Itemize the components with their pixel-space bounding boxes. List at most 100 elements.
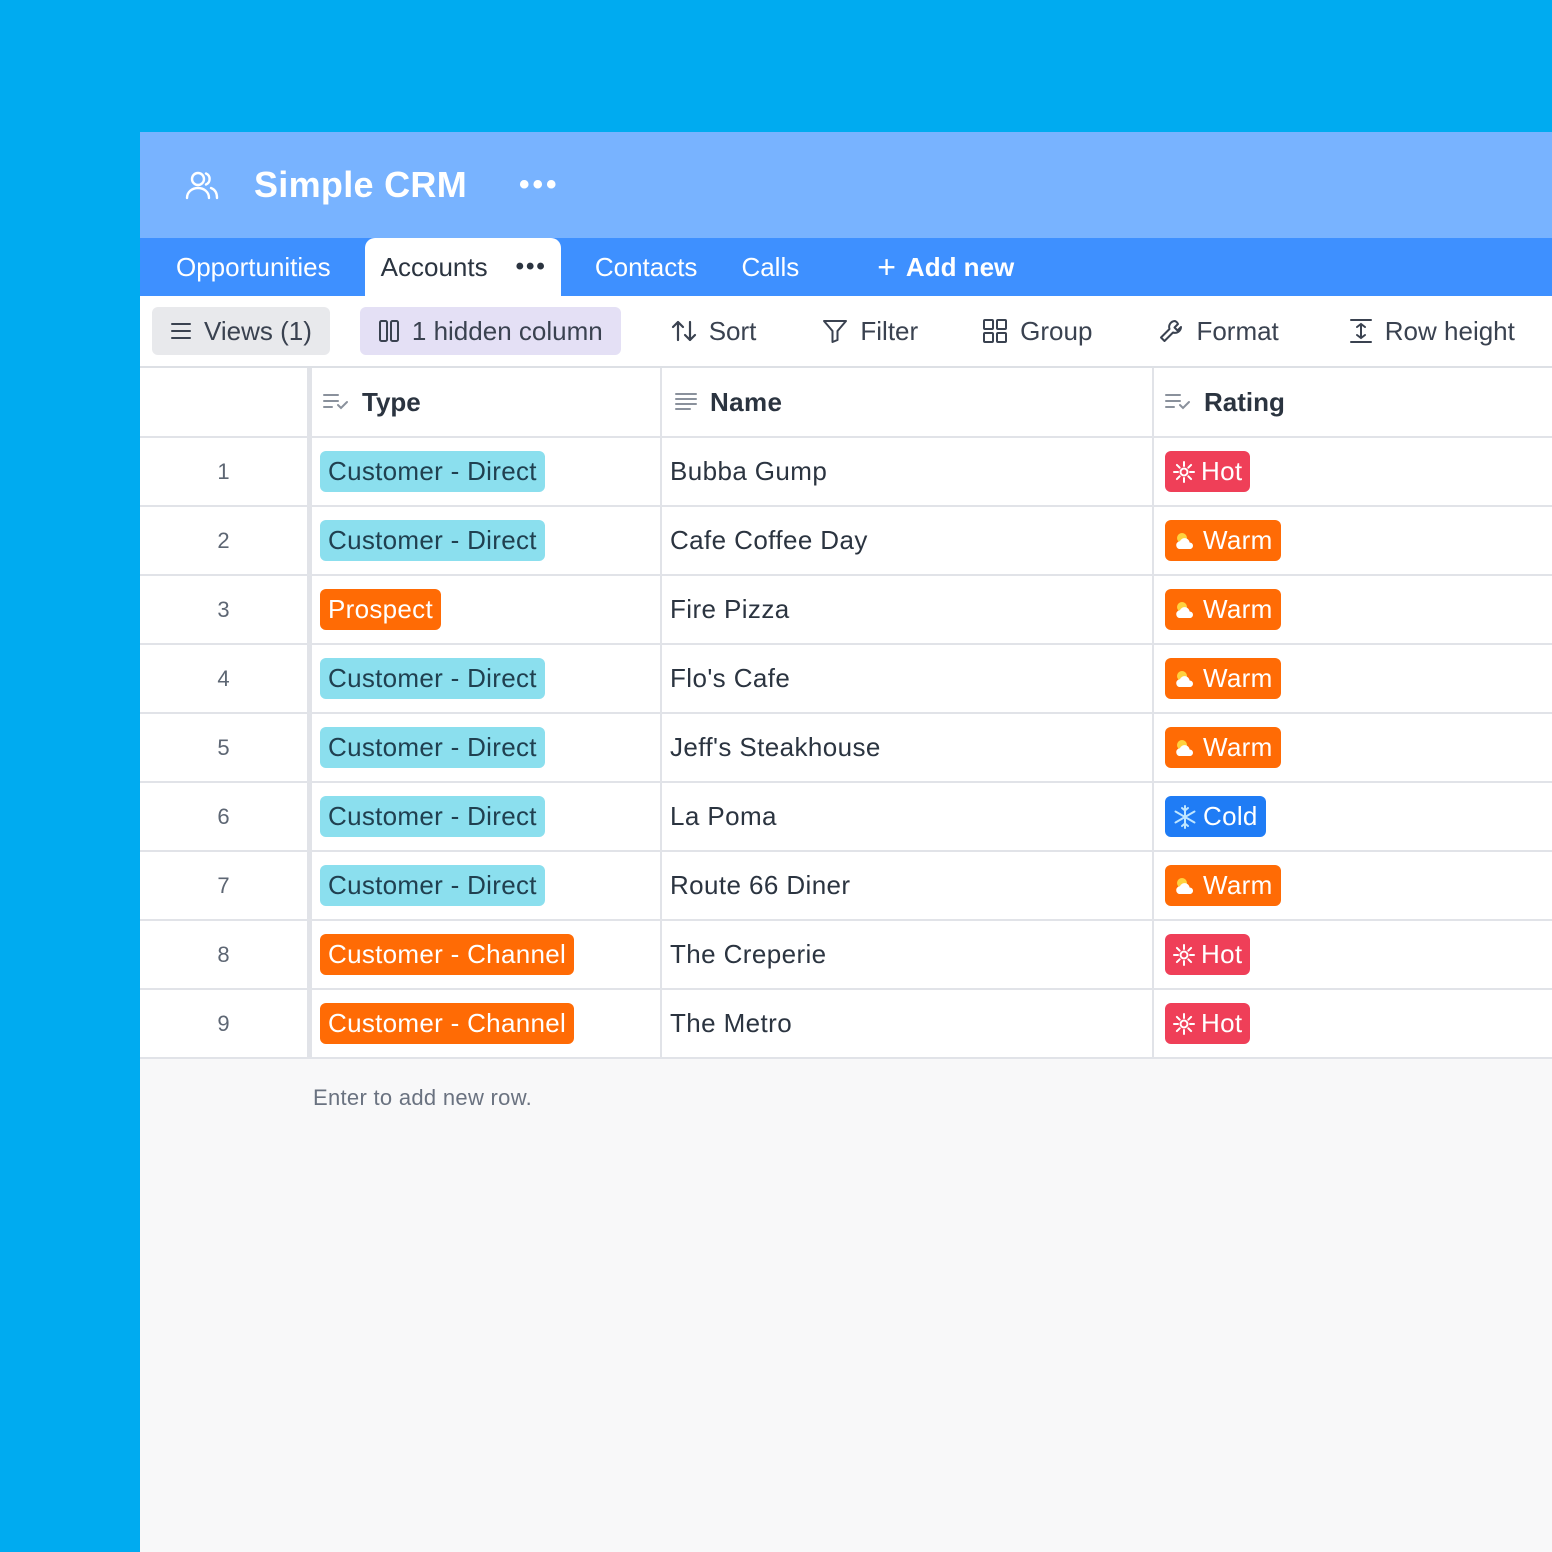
column-header-rating[interactable]: Rating [1154, 368, 1552, 436]
type-tag: Customer - Direct [320, 658, 545, 699]
account-name: Bubba Gump [670, 456, 828, 486]
row-number: 1 [140, 438, 312, 505]
type-cell[interactable]: Customer - Direct [312, 852, 662, 919]
table-row[interactable]: 1 Customer - Direct Bubba Gump Hot [140, 438, 1552, 507]
name-cell[interactable]: Cafe Coffee Day [662, 507, 1154, 574]
select-field-icon [323, 394, 348, 410]
rating-cell[interactable]: Cold [1154, 783, 1552, 850]
sort-button[interactable]: Sort [671, 307, 757, 355]
rating-tag: Warm [1165, 589, 1281, 630]
name-cell[interactable]: Jeff's Steakhouse [662, 714, 1154, 781]
rating-label: Warm [1203, 594, 1273, 624]
rating-cell[interactable]: Warm [1154, 714, 1552, 781]
type-tag: Customer - Direct [320, 727, 545, 768]
row-height-button[interactable]: Row height [1349, 307, 1515, 355]
account-name: Flo's Cafe [670, 663, 791, 693]
format-button[interactable]: Format [1158, 307, 1279, 355]
add-new-label: Add new [905, 251, 1015, 282]
add-row-hint[interactable]: Enter to add new row. [140, 1059, 1552, 1111]
rating-cell[interactable]: Hot [1154, 921, 1552, 988]
table-row[interactable]: 9 Customer - Channel The Metro Hot [140, 990, 1552, 1059]
tab-opportunities[interactable]: Opportunities [154, 238, 353, 296]
rating-label: Warm [1203, 870, 1273, 900]
type-cell[interactable]: Customer - Direct [312, 645, 662, 712]
rating-label: Warm [1203, 663, 1273, 693]
wrench-icon [1160, 320, 1183, 342]
hidden-columns-button[interactable]: 1 hidden column [359, 307, 621, 355]
tab-calls[interactable]: Calls [719, 238, 821, 296]
table-row[interactable]: 2 Customer - Direct Cafe Coffee Day Warm [140, 507, 1552, 576]
table-row[interactable]: 8 Customer - Channel The Creperie Hot [140, 921, 1552, 990]
rating-cell[interactable]: Hot [1154, 438, 1552, 505]
tab-label: Opportunities [176, 251, 331, 282]
rating-label: Cold [1203, 801, 1258, 831]
app-window: Simple CRM ••• Opportunities Accounts ••… [140, 132, 1552, 1552]
filter-icon [823, 320, 848, 343]
type-cell[interactable]: Customer - Direct [312, 438, 662, 505]
type-cell[interactable]: Prospect [312, 576, 662, 643]
sun-icon [1173, 943, 1195, 966]
snowflake-icon [1173, 804, 1197, 829]
rating-cell[interactable]: Warm [1154, 576, 1552, 643]
account-name: Fire Pizza [670, 594, 790, 624]
app-title: Simple CRM [254, 164, 468, 205]
add-new-tab-button[interactable]: + Add new [855, 238, 1036, 296]
name-cell[interactable]: Fire Pizza [662, 576, 1154, 643]
name-cell[interactable]: Route 66 Diner [662, 852, 1154, 919]
name-cell[interactable]: Bubba Gump [662, 438, 1154, 505]
account-name: La Poma [670, 801, 777, 831]
people-icon [185, 171, 219, 200]
filter-button[interactable]: Filter [822, 307, 918, 355]
row-number: 2 [140, 507, 312, 574]
group-label: Group [1020, 315, 1093, 346]
sun-cloud-icon [1173, 737, 1197, 759]
rating-label: Hot [1201, 456, 1243, 486]
rating-label: Hot [1201, 1008, 1243, 1038]
views-label: Views (1) [204, 315, 312, 346]
table-row[interactable]: 7 Customer - Direct Route 66 Diner Warm [140, 852, 1552, 921]
rating-tag: Hot [1165, 451, 1251, 492]
rating-cell[interactable]: Warm [1154, 852, 1552, 919]
sun-cloud-icon [1173, 875, 1197, 897]
type-cell[interactable]: Customer - Channel [312, 921, 662, 988]
rating-label: Hot [1201, 939, 1243, 969]
type-cell[interactable]: Customer - Channel [312, 990, 662, 1057]
rating-cell[interactable]: Hot [1154, 990, 1552, 1057]
views-button[interactable]: Views (1) [152, 307, 330, 355]
columns-icon [378, 320, 399, 342]
table-row[interactable]: 5 Customer - Direct Jeff's Steakhouse Warm [140, 714, 1552, 783]
sort-label: Sort [708, 315, 757, 346]
type-tag: Customer - Direct [320, 451, 545, 492]
row-number-header [140, 368, 312, 436]
group-button[interactable]: Group [982, 307, 1092, 355]
type-tag: Customer - Channel [320, 934, 575, 975]
row-number: 7 [140, 852, 312, 919]
table-row[interactable]: 6 Customer - Direct La Poma Cold [140, 783, 1552, 852]
rating-tag: Hot [1165, 1003, 1251, 1044]
rating-tag: Warm [1165, 520, 1281, 561]
account-name: The Metro [670, 1008, 793, 1038]
tab-accounts[interactable]: Accounts ••• [364, 238, 561, 296]
name-cell[interactable]: La Poma [662, 783, 1154, 850]
type-cell[interactable]: Customer - Direct [312, 714, 662, 781]
name-cell[interactable]: Flo's Cafe [662, 645, 1154, 712]
type-cell[interactable]: Customer - Direct [312, 507, 662, 574]
app-more-icon[interactable]: ••• [519, 168, 560, 202]
rating-cell[interactable]: Warm [1154, 645, 1552, 712]
column-header-name[interactable]: Name [662, 368, 1154, 436]
rating-label: Warm [1203, 732, 1273, 762]
type-cell[interactable]: Customer - Direct [312, 783, 662, 850]
tab-more-icon[interactable]: ••• [516, 253, 547, 281]
rating-tag: Warm [1165, 727, 1281, 768]
table-row[interactable]: 4 Customer - Direct Flo's Cafe Warm [140, 645, 1552, 714]
rating-tag: Cold [1165, 796, 1266, 837]
name-cell[interactable]: The Creperie [662, 921, 1154, 988]
account-name: The Creperie [670, 939, 827, 969]
name-cell[interactable]: The Metro [662, 990, 1154, 1057]
rating-cell[interactable]: Warm [1154, 507, 1552, 574]
table-row[interactable]: 3 Prospect Fire Pizza Warm [140, 576, 1552, 645]
tab-contacts[interactable]: Contacts [573, 238, 720, 296]
type-tag: Customer - Direct [320, 796, 545, 837]
sun-icon [1173, 1012, 1195, 1035]
column-header-type[interactable]: Type [312, 368, 662, 436]
